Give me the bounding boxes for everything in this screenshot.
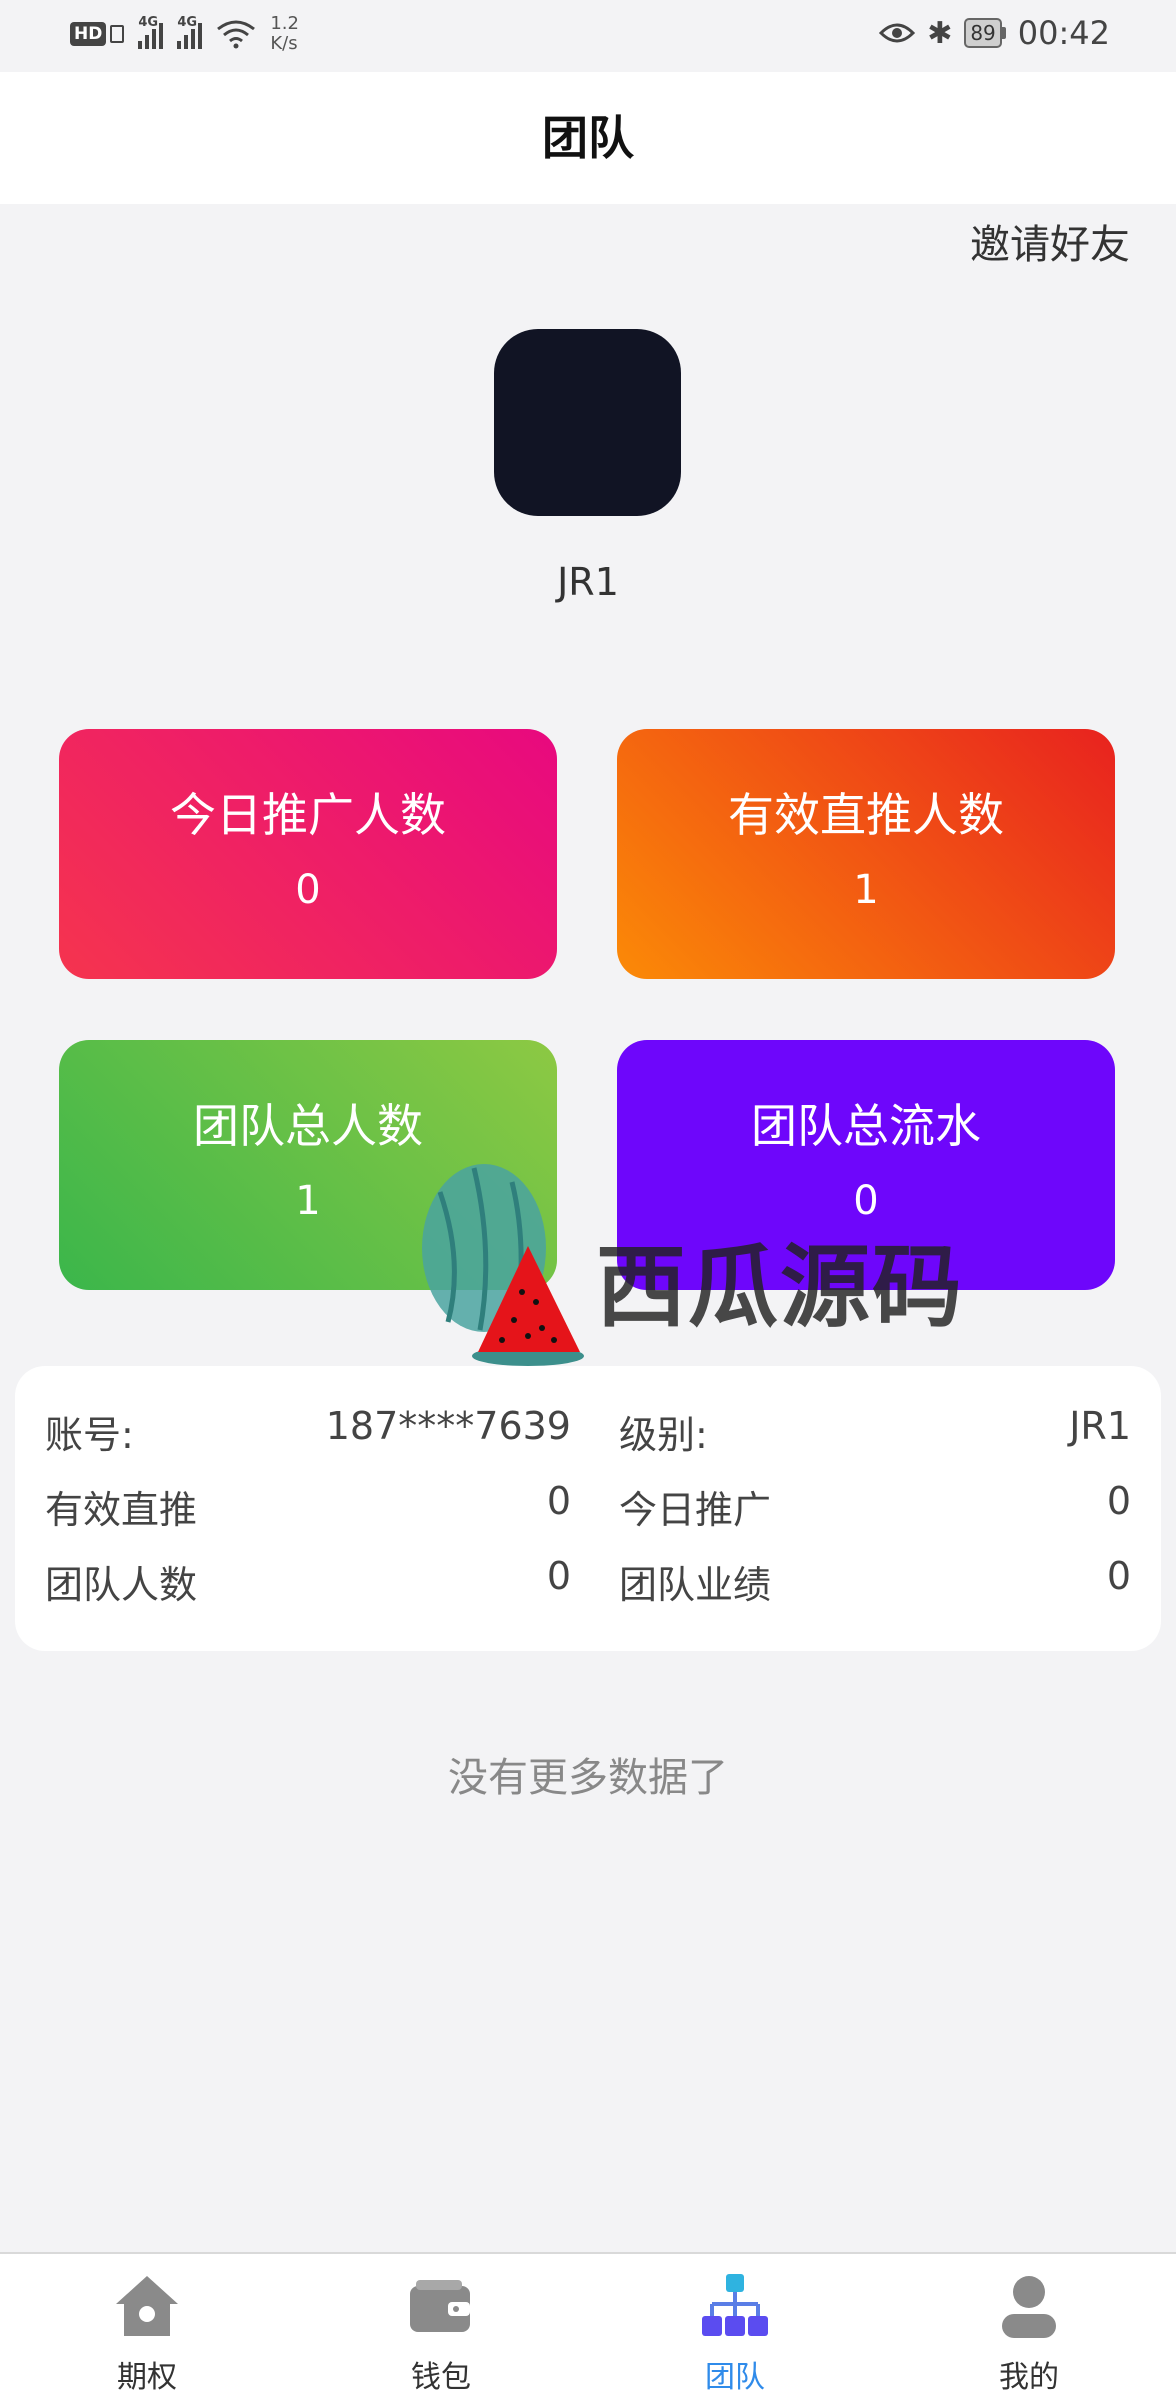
info-row: 有效直推 0 今日推广 0	[15, 1479, 1161, 1539]
status-bar-left: HD 4G 4G 1.2 K/s	[70, 14, 299, 54]
speed-unit: K/s	[270, 33, 298, 54]
avatar	[494, 329, 681, 516]
battery-icon: 89	[964, 18, 1006, 48]
today-promotion-value: 0	[1106, 1479, 1131, 1523]
tab-mine[interactable]: 我的	[882, 2254, 1176, 2402]
level-value: JR1	[1069, 1404, 1131, 1448]
hd-label: HD	[70, 22, 107, 46]
tab-label: 我的	[999, 2360, 1059, 2395]
tab-team[interactable]: 团队	[588, 2254, 882, 2402]
user-icon	[1002, 2276, 1056, 2338]
bottom-tab-bar: 期权 钱包 团队 我的	[0, 2252, 1176, 2402]
level-label: 级别:	[619, 1413, 708, 1457]
signal-icon: 4G	[177, 15, 203, 49]
team-performance-label: 团队业绩	[619, 1563, 772, 1607]
tab-label: 团队	[705, 2360, 765, 2395]
valid-direct-label: 有效直推	[45, 1488, 198, 1532]
network-speed: 1.2 K/s	[270, 14, 299, 54]
team-count-label: 团队人数	[45, 1563, 198, 1607]
stat-card-today-promotion: 今日推广人数 0	[59, 729, 557, 979]
home-icon	[116, 2276, 178, 2336]
wallet-icon	[410, 2280, 470, 2332]
tab-wallet[interactable]: 钱包	[294, 2254, 588, 2402]
stat-value: 0	[295, 867, 321, 913]
tab-label: 期权	[117, 2360, 177, 2395]
info-row: 团队人数 0 团队业绩 0	[15, 1554, 1161, 1614]
bluetooth-icon: ✱	[927, 15, 953, 51]
page-title: 团队	[542, 111, 634, 165]
team-performance-value: 0	[1106, 1554, 1131, 1598]
stat-label: 团队总流水	[751, 1099, 981, 1153]
account-value: 187****7639	[325, 1404, 571, 1448]
info-row: 账号: 187****7639 级别: JR1	[15, 1404, 1161, 1464]
lock-icon	[110, 25, 125, 43]
battery-level: 89	[964, 18, 1002, 48]
no-more-data-text: 没有更多数据了	[448, 1755, 728, 1801]
speed-value: 1.2	[270, 13, 299, 34]
clock: 00:42	[1017, 14, 1110, 52]
valid-direct-value: 0	[546, 1479, 571, 1523]
watermark-text: 西瓜源码	[596, 1235, 964, 1340]
tab-label: 钱包	[411, 2360, 471, 2395]
stat-label: 有效直推人数	[728, 788, 1004, 842]
wifi-icon	[217, 20, 256, 49]
today-promotion-label: 今日推广	[619, 1488, 772, 1532]
hd-indicator: HD	[70, 22, 125, 46]
signal-tag: 4G	[138, 15, 159, 30]
team-count-value: 0	[546, 1554, 571, 1598]
stat-label: 今日推广人数	[170, 788, 446, 842]
tab-options[interactable]: 期权	[0, 2254, 294, 2402]
status-bar-right: ✱ 89 00:42	[879, 14, 1110, 52]
stat-label: 团队总人数	[193, 1099, 423, 1153]
signal-tag: 4G	[177, 15, 198, 30]
team-hierarchy-icon	[702, 2274, 768, 2336]
account-info-panel: 账号: 187****7639 级别: JR1 有效直推 0 今日推广 0 团队…	[15, 1366, 1161, 1651]
invite-friends-link[interactable]: 邀请好友	[970, 212, 1130, 270]
user-level-name: JR1	[557, 560, 619, 604]
signal-icon: 4G	[138, 15, 164, 49]
eye-icon	[879, 23, 916, 43]
stat-value: 1	[853, 867, 879, 913]
account-label: 账号:	[45, 1413, 134, 1457]
status-bar: HD 4G 4G 1.2 K/s ✱ 89 00:42	[0, 0, 1176, 72]
stat-card-valid-direct: 有效直推人数 1	[617, 729, 1115, 979]
header: 团队	[0, 72, 1176, 204]
